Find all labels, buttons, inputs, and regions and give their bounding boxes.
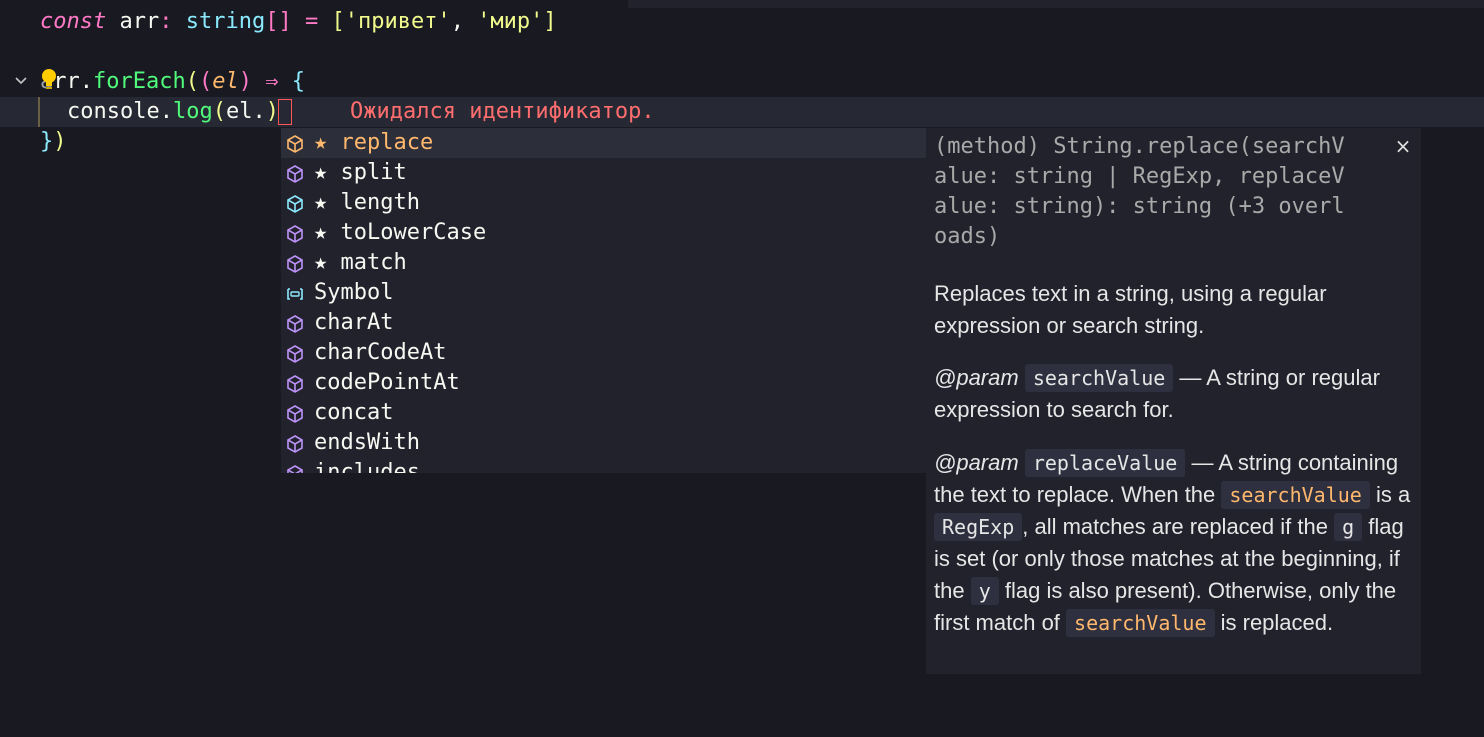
suggestion-item[interactable]: charAt [281, 308, 926, 338]
fold-chevron-icon[interactable] [14, 74, 28, 88]
method-icon [285, 223, 305, 243]
suggestion-item[interactable]: codePointAt [281, 368, 926, 398]
doc-text: is replaced. [1214, 610, 1334, 635]
inline-error-message: Ожидался идентификатор. [350, 99, 655, 124]
suggestion-label: ★ split [314, 160, 407, 185]
token-colon: : [159, 9, 173, 34]
suggestion-label: ★ length [314, 190, 420, 215]
code-editor[interactable]: const arr: string[] = ['привет', 'мир'] … [0, 0, 1484, 737]
code-line-4-content: console.log(el.) [67, 97, 279, 127]
suggestion-item[interactable]: concat [281, 398, 926, 428]
method-icon [285, 403, 305, 423]
inline-code: y [970, 577, 999, 605]
method-icon [285, 343, 305, 363]
property-icon [285, 193, 305, 213]
token-paren-close: ) [265, 99, 279, 124]
param-name: replaceValue [1024, 449, 1186, 477]
code-line-4-current[interactable]: console.log(el.) [0, 97, 1484, 127]
token-type: string [185, 9, 266, 34]
close-icon[interactable]: × [1393, 136, 1413, 156]
suggestion-item[interactable]: charCodeAt [281, 338, 926, 368]
method-icon [285, 163, 305, 183]
token-paren-open-1: ( [185, 69, 199, 94]
token-dot: . [79, 69, 93, 94]
param-name: searchValue [1024, 364, 1174, 392]
token-variable: arr [119, 9, 160, 34]
suggestion-item[interactable]: ★ split [281, 158, 926, 188]
doc-text: , all matches are replaced if the [1022, 514, 1335, 539]
suggestion-item[interactable]: ★ toLowerCase [281, 218, 926, 248]
suggestion-label: Symbol [314, 280, 394, 305]
doc-param-replacevalue: @param replaceValue — A string containin… [934, 447, 1414, 639]
code-line-1[interactable]: const arr: string[] = ['привет', 'мир'] [40, 7, 557, 37]
param-tag: @param [934, 365, 1019, 390]
token-paren-open: ( [212, 99, 226, 124]
code-line-3[interactable]: arr.forEach((el) ⇒ { [40, 67, 305, 97]
doc-description: Replaces text in a string, using a regul… [934, 281, 1327, 338]
token-keyword: const [40, 9, 107, 34]
token-paren-close: ) [53, 129, 67, 154]
inline-code: searchValue [1066, 609, 1215, 637]
token-comma: , [450, 9, 464, 34]
token-paren-open-2: ( [198, 69, 213, 94]
token-equals: = [304, 9, 319, 34]
suggestion-item[interactable]: includes [281, 458, 926, 473]
tab-strip-right [628, 0, 1484, 8]
token-brace-open: { [291, 69, 305, 94]
method-icon [285, 133, 305, 153]
token-dot: . [159, 99, 173, 124]
text-cursor [278, 99, 292, 125]
token-paren-close: ) [238, 69, 252, 94]
token-method: log [172, 99, 213, 124]
suggestion-label: charAt [314, 310, 394, 335]
suggestion-label: endsWith [314, 430, 420, 455]
inline-code: searchValue [1221, 481, 1370, 509]
method-icon [285, 313, 305, 333]
suggestion-item[interactable]: ★ length [281, 188, 926, 218]
suggestion-label: concat [314, 400, 394, 425]
suggestion-label: ★ match [314, 250, 407, 275]
suggestion-label: codePointAt [314, 370, 460, 395]
token-parameter: el [212, 69, 239, 94]
variable-icon [285, 283, 305, 303]
token-bracket-close: ] [543, 9, 557, 34]
method-signature: (method) String.replace(searchV alue: st… [934, 134, 1345, 249]
method-icon [285, 373, 305, 393]
token-string-2: 'мир' [477, 9, 544, 34]
suggestion-item[interactable]: endsWith [281, 428, 926, 458]
token-brace-close: } [40, 129, 54, 154]
suggestion-label: charCodeAt [314, 340, 447, 365]
doc-text: is a [1369, 482, 1411, 507]
suggestion-label: ★ replace [314, 130, 434, 155]
doc-param-searchvalue: @param searchValue — A string or regular… [934, 362, 1414, 426]
suggestion-label: includes [314, 460, 420, 473]
method-icon [285, 253, 305, 273]
lightbulb-icon[interactable] [40, 68, 58, 90]
token-bracket-open: [ [331, 9, 345, 34]
code-line-5[interactable]: }) [40, 127, 67, 157]
inline-code: g [1334, 513, 1363, 541]
token-string-1: 'привет' [344, 9, 451, 34]
suggestion-item[interactable]: ★ match [281, 248, 926, 278]
suggestion-item[interactable]: Symbol [281, 278, 926, 308]
indent-guide [38, 97, 40, 127]
suggestion-label: ★ toLowerCase [314, 220, 487, 245]
token-expression: el. [225, 99, 266, 124]
method-icon [285, 463, 305, 473]
method-icon [285, 433, 305, 453]
token-array-brackets: [] [265, 9, 292, 34]
param-tag: @param [934, 450, 1019, 475]
inline-code: RegExp [934, 513, 1023, 541]
token-object: console [67, 99, 160, 124]
suggest-widget[interactable]: ★ replace ★ split ★ length ★ toLowerCase ★ m… [281, 128, 926, 473]
token-arrow: ⇒ [265, 69, 279, 94]
suggestion-item[interactable]: ★ replace [281, 128, 926, 158]
suggest-details-panel: (method) String.replace(searchV alue: st… [926, 128, 1421, 674]
token-method: forEach [93, 69, 186, 94]
